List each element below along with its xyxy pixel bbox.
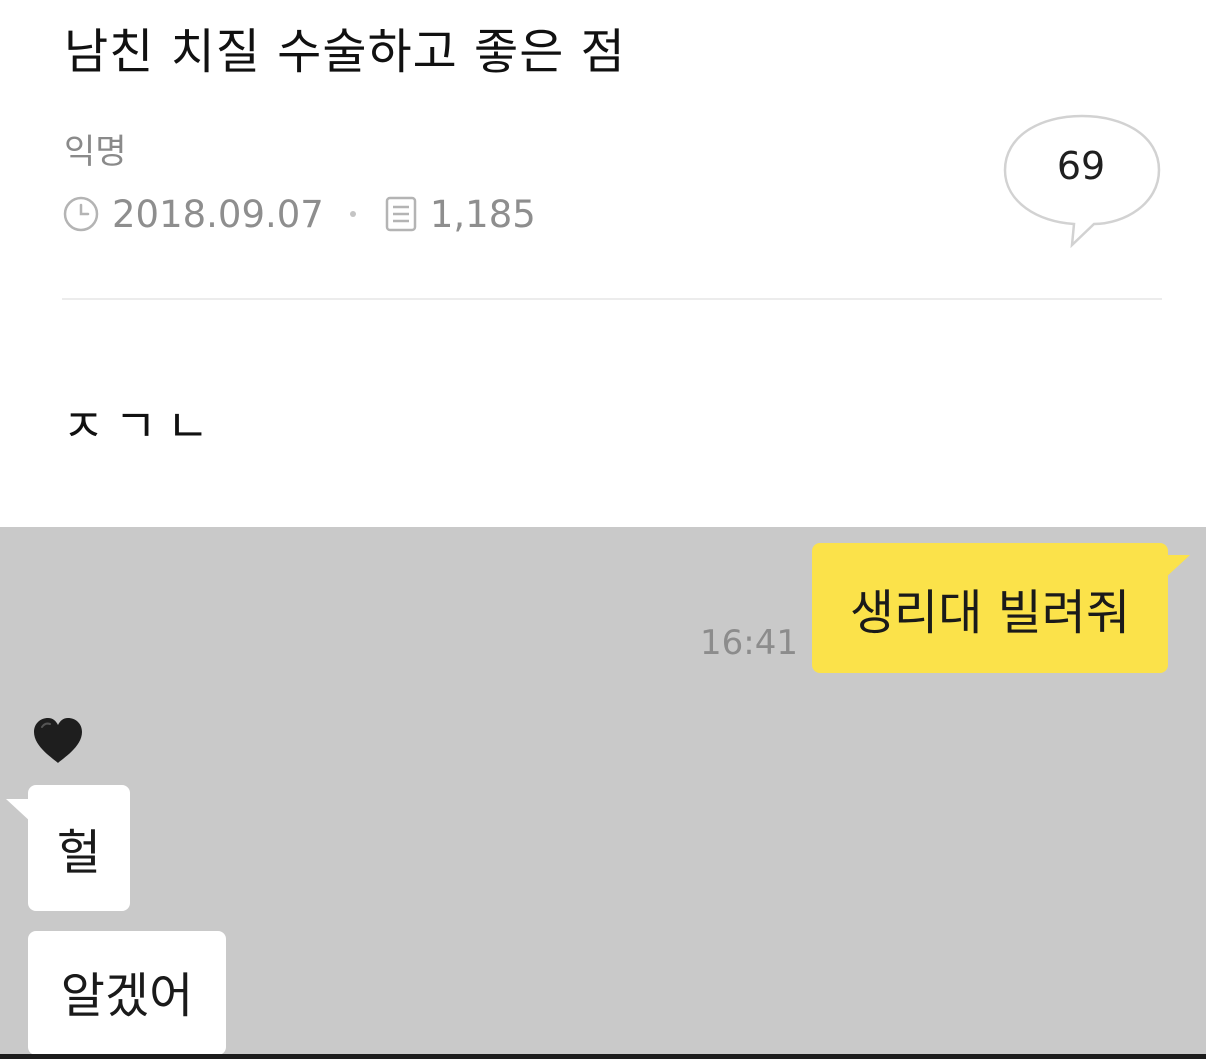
incoming-message-bubble: 알겠어 xyxy=(28,931,226,1055)
comment-count-button[interactable]: 69 xyxy=(1002,114,1162,248)
meta-separator xyxy=(349,211,356,217)
incoming-message-text: 알겠어 xyxy=(60,968,194,1024)
bubble-tail xyxy=(6,799,32,823)
outgoing-message-text: 생리대 빌려줘 xyxy=(849,585,1131,641)
bubble-tail xyxy=(1164,555,1190,579)
post-date: 2018.09.07 xyxy=(112,192,324,236)
message-time: 16:41 xyxy=(700,623,798,663)
post-title: 남친 치질 수술하고 좋은 점 xyxy=(64,24,626,80)
post-author: 익명 xyxy=(64,132,127,172)
post-body-text: ㅈㄱㄴ xyxy=(62,399,219,453)
post-views: 1,185 xyxy=(429,192,536,236)
comment-count: 69 xyxy=(1056,144,1106,188)
divider xyxy=(62,298,1162,300)
post-meta: 2018.09.07 1,185 xyxy=(62,192,536,236)
document-icon xyxy=(384,195,430,233)
incoming-message-bubble: 헐 xyxy=(6,785,130,911)
outgoing-message-bubble: 생리대 빌려줘 xyxy=(812,543,1190,673)
incoming-message-text: 헐 xyxy=(56,825,102,881)
bottom-border xyxy=(0,1054,1206,1059)
post-page: 남친 치질 수술하고 좋은 점 익명 2018.09.07 1,185 69 ㅈ… xyxy=(0,0,1206,1059)
clock-icon xyxy=(62,195,112,233)
chat-screenshot: 16:41 생리대 빌려줘 헐 알겠어 xyxy=(0,527,1206,1055)
